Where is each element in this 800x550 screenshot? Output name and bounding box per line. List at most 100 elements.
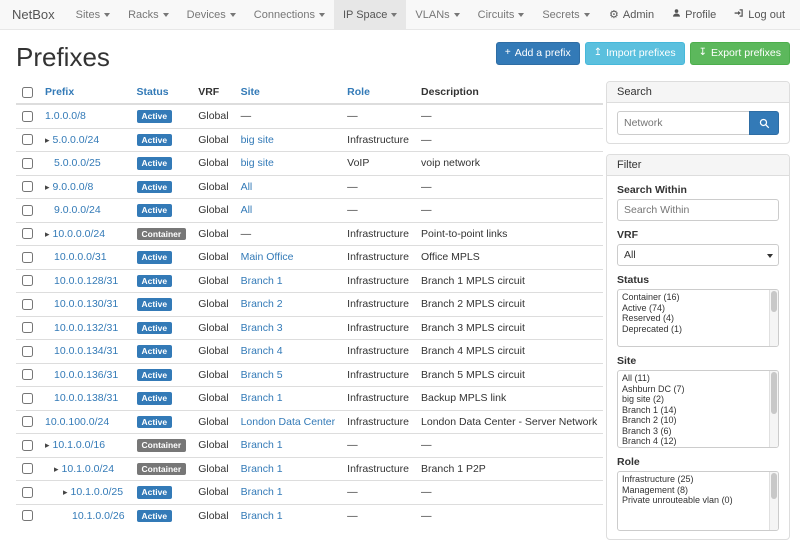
row-checkbox[interactable]	[22, 322, 33, 333]
row-checkbox[interactable]	[22, 416, 33, 427]
navbar-brand[interactable]: NetBox	[0, 0, 67, 29]
site-link[interactable]: Branch 4	[241, 345, 283, 357]
row-checkbox[interactable]	[22, 134, 33, 145]
expand-arrow-icon[interactable]: ▸	[63, 487, 68, 497]
nav-item-secrets[interactable]: Secrets	[533, 0, 598, 29]
site-link[interactable]: Main Office	[241, 251, 294, 263]
site-option[interactable]: Ashburn DC (7)	[618, 384, 768, 395]
site-option[interactable]: Branch 3 (6)	[618, 426, 768, 437]
nav-item-admin[interactable]: ⚙Admin	[600, 0, 663, 29]
prefix-link[interactable]: 10.0.0.0/31	[54, 251, 107, 263]
search-input[interactable]	[617, 111, 750, 135]
status-filter-list[interactable]: Container (16)Active (74)Reserved (4)Dep…	[617, 289, 779, 347]
prefix-link[interactable]: 1.0.0.0/8	[45, 110, 86, 122]
row-checkbox[interactable]	[22, 228, 33, 239]
site-filter-list[interactable]: All (11)Ashburn DC (7)big site (2)Branch…	[617, 370, 779, 448]
site-link[interactable]: big site	[241, 157, 274, 169]
select-all-checkbox[interactable]	[22, 87, 33, 98]
row-checkbox[interactable]	[22, 463, 33, 474]
scrollbar[interactable]	[769, 371, 778, 447]
site-link[interactable]: Branch 1	[241, 463, 283, 475]
status-option[interactable]: Reserved (4)	[618, 313, 768, 324]
expand-arrow-icon[interactable]: ▸	[54, 464, 59, 474]
row-checkbox[interactable]	[22, 158, 33, 169]
prefix-link[interactable]: 10.1.0.0/25	[71, 486, 124, 498]
scrollbar[interactable]	[769, 290, 778, 346]
site-option[interactable]: Branch 5 (7)	[618, 447, 768, 449]
site-link[interactable]: Branch 1	[241, 486, 283, 498]
prefix-link[interactable]: 10.1.0.0/24	[62, 463, 115, 475]
row-checkbox[interactable]	[22, 181, 33, 192]
site-link[interactable]: All	[241, 181, 253, 193]
prefix-link[interactable]: 10.0.0.130/31	[54, 298, 118, 310]
site-link[interactable]: Branch 1	[241, 439, 283, 451]
add-a-prefix-button[interactable]: +Add a prefix	[496, 42, 580, 65]
column-header-prefix[interactable]: Prefix	[39, 81, 131, 104]
site-option[interactable]: Branch 2 (10)	[618, 415, 768, 426]
site-option[interactable]: big site (2)	[618, 394, 768, 405]
site-option[interactable]: Branch 4 (12)	[618, 436, 768, 447]
prefix-link[interactable]: 10.1.0.0/26	[72, 510, 125, 522]
status-option[interactable]: Deprecated (1)	[618, 324, 768, 335]
prefix-link[interactable]: 10.0.0.134/31	[54, 345, 118, 357]
nav-item-circuits[interactable]: Circuits	[469, 0, 534, 29]
export-prefixes-button[interactable]: ↧Export prefixes	[690, 42, 790, 65]
expand-arrow-icon[interactable]: ▸	[45, 229, 50, 239]
site-link[interactable]: Branch 1	[241, 510, 283, 522]
role-filter-list[interactable]: Infrastructure (25)Management (8)Private…	[617, 471, 779, 531]
column-header-status[interactable]: Status	[131, 81, 193, 104]
prefix-link[interactable]: 9.0.0.0/24	[54, 204, 101, 216]
status-option[interactable]: Container (16)	[618, 292, 768, 303]
prefix-link[interactable]: 10.0.0.136/31	[54, 369, 118, 381]
site-link[interactable]: Branch 1	[241, 392, 283, 404]
nav-item-log-out[interactable]: Log out	[725, 0, 794, 29]
site-link[interactable]: Branch 3	[241, 322, 283, 334]
nav-item-racks[interactable]: Racks	[119, 0, 178, 29]
prefix-link[interactable]: 10.0.0.138/31	[54, 392, 118, 404]
expand-arrow-icon[interactable]: ▸	[45, 135, 50, 145]
site-link[interactable]: big site	[241, 134, 274, 146]
site-link[interactable]: Branch 1	[241, 275, 283, 287]
site-link[interactable]: Branch 5	[241, 369, 283, 381]
prefix-link[interactable]: 10.0.0.132/31	[54, 322, 118, 334]
row-checkbox[interactable]	[22, 275, 33, 286]
nav-item-sites[interactable]: Sites	[67, 0, 119, 29]
site-link[interactable]: Branch 2	[241, 298, 283, 310]
site-option[interactable]: All (11)	[618, 373, 768, 384]
role-option[interactable]: Management (8)	[618, 485, 768, 496]
nav-item-devices[interactable]: Devices	[178, 0, 245, 29]
role-option[interactable]: Infrastructure (25)	[618, 474, 768, 485]
row-checkbox[interactable]	[22, 393, 33, 404]
row-checkbox[interactable]	[22, 205, 33, 216]
row-checkbox[interactable]	[22, 252, 33, 263]
vrf-select[interactable]: All	[617, 244, 779, 266]
prefix-link[interactable]: 5.0.0.0/24	[53, 134, 100, 146]
search-button[interactable]	[749, 111, 779, 135]
nav-item-vlans[interactable]: VLANs	[406, 0, 468, 29]
column-header-role[interactable]: Role	[341, 81, 415, 104]
prefix-link[interactable]: 10.0.0.0/24	[53, 228, 106, 240]
expand-arrow-icon[interactable]: ▸	[45, 440, 50, 450]
site-link[interactable]: London Data Center	[241, 416, 336, 428]
site-link[interactable]: All	[241, 204, 253, 216]
prefix-link[interactable]: 10.0.100.0/24	[45, 416, 109, 428]
prefix-link[interactable]: 10.0.0.128/31	[54, 275, 118, 287]
prefix-link[interactable]: 5.0.0.0/25	[54, 157, 101, 169]
column-header-site[interactable]: Site	[235, 81, 342, 104]
prefix-link[interactable]: 10.1.0.0/16	[53, 439, 106, 451]
nav-item-connections[interactable]: Connections	[245, 0, 334, 29]
row-checkbox[interactable]	[22, 346, 33, 357]
row-checkbox[interactable]	[22, 487, 33, 498]
site-option[interactable]: Branch 1 (14)	[618, 405, 768, 416]
role-option[interactable]: Private unrouteable vlan (0)	[618, 495, 768, 506]
prefix-link[interactable]: 9.0.0.0/8	[53, 181, 94, 193]
row-checkbox[interactable]	[22, 440, 33, 451]
scrollbar[interactable]	[769, 472, 778, 530]
expand-arrow-icon[interactable]: ▸	[45, 182, 50, 192]
import-prefixes-button[interactable]: ↥Import prefixes	[585, 42, 685, 65]
status-option[interactable]: Active (74)	[618, 303, 768, 314]
search-within-input[interactable]	[617, 199, 779, 221]
nav-item-ip-space[interactable]: IP Space	[334, 0, 406, 29]
row-checkbox[interactable]	[22, 510, 33, 521]
nav-item-profile[interactable]: Profile	[663, 0, 725, 29]
